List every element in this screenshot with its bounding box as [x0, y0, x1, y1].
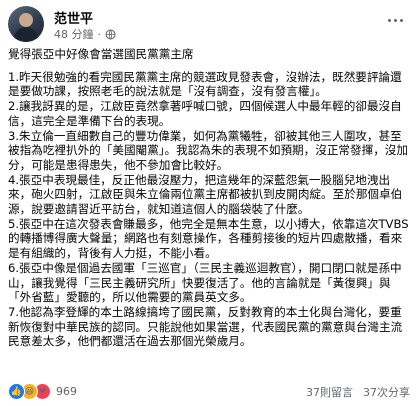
reaction-summary[interactable]: 👍 😆 ❤ 969	[8, 383, 77, 400]
post-paragraph-2: 2.讓我訝異的是，江啟臣竟然拿著呼喊口號，四個候選人中最年輕的卻最沒自信，這完全…	[8, 99, 402, 128]
post-meta: 48 分鐘 ·	[54, 26, 116, 42]
comment-count[interactable]: 37則留言	[306, 384, 353, 400]
reaction-count: 969	[56, 385, 77, 398]
like-reaction-icon: 👍	[8, 383, 25, 400]
post-content: 覺得張亞中好像會當選國民黨黨主席 1.昨天很勉強的看完國民黨黨主席的競選政見發表…	[8, 47, 410, 349]
meta-separator: ·	[97, 27, 102, 41]
globe-icon	[105, 29, 116, 39]
author-name[interactable]: 范世平	[54, 8, 93, 27]
facebook-post-card: 范世平 48 分鐘 · 覺得張亞中好像會當選國民黨黨主席 1.昨天很勉強的看完國…	[0, 0, 417, 406]
post-paragraph-4: 4.張亞中表現最佳，反正他最沒壓力，把這幾年的深藍怨氣一股腦兒地洩出來，砲火四射…	[8, 172, 403, 217]
post-paragraph-5: 5.張亞中在這次發表會賺最多，他完全是無本生意，以小搏大，依靠這次TVBS的轉播…	[8, 216, 409, 261]
post-paragraph-3: 3.朱立倫一直細數自己的豐功偉業，如何為黨犧牲，卻被其他三人圍攻，甚至被指為吃裡…	[8, 128, 408, 172]
post-paragraph-1: 1.昨天很勉強的看完國民黨黨主席的競選政見發表會，沒辦法，既然要評論還是要做功課…	[8, 69, 402, 99]
post-header: 范世平 48 分鐘 ·	[8, 6, 409, 44]
engagement-stats: 37則留言 37次分享	[306, 384, 410, 400]
post-paragraph-7: 7.他認為李登輝的本土路線搞垮了國民黨，反對教育的本土化與台灣化，要重新恢復對中…	[8, 304, 403, 349]
post-headline: 覺得張亞中好像會當選國民黨黨主席	[8, 47, 194, 61]
post-footer: 👍 😆 ❤ 969 37則留言 37次分享	[8, 383, 410, 401]
post-paragraph-6: 6.張亞中像是個過去國軍「三巡官」（三民主義巡迴教官），開口閉口就是孫中山，讓我…	[8, 260, 402, 305]
post-time[interactable]: 48 分鐘	[54, 26, 94, 42]
author-avatar[interactable]	[8, 6, 44, 42]
more-options-icon[interactable]	[385, 12, 405, 28]
share-count[interactable]: 37次分享	[363, 384, 410, 400]
